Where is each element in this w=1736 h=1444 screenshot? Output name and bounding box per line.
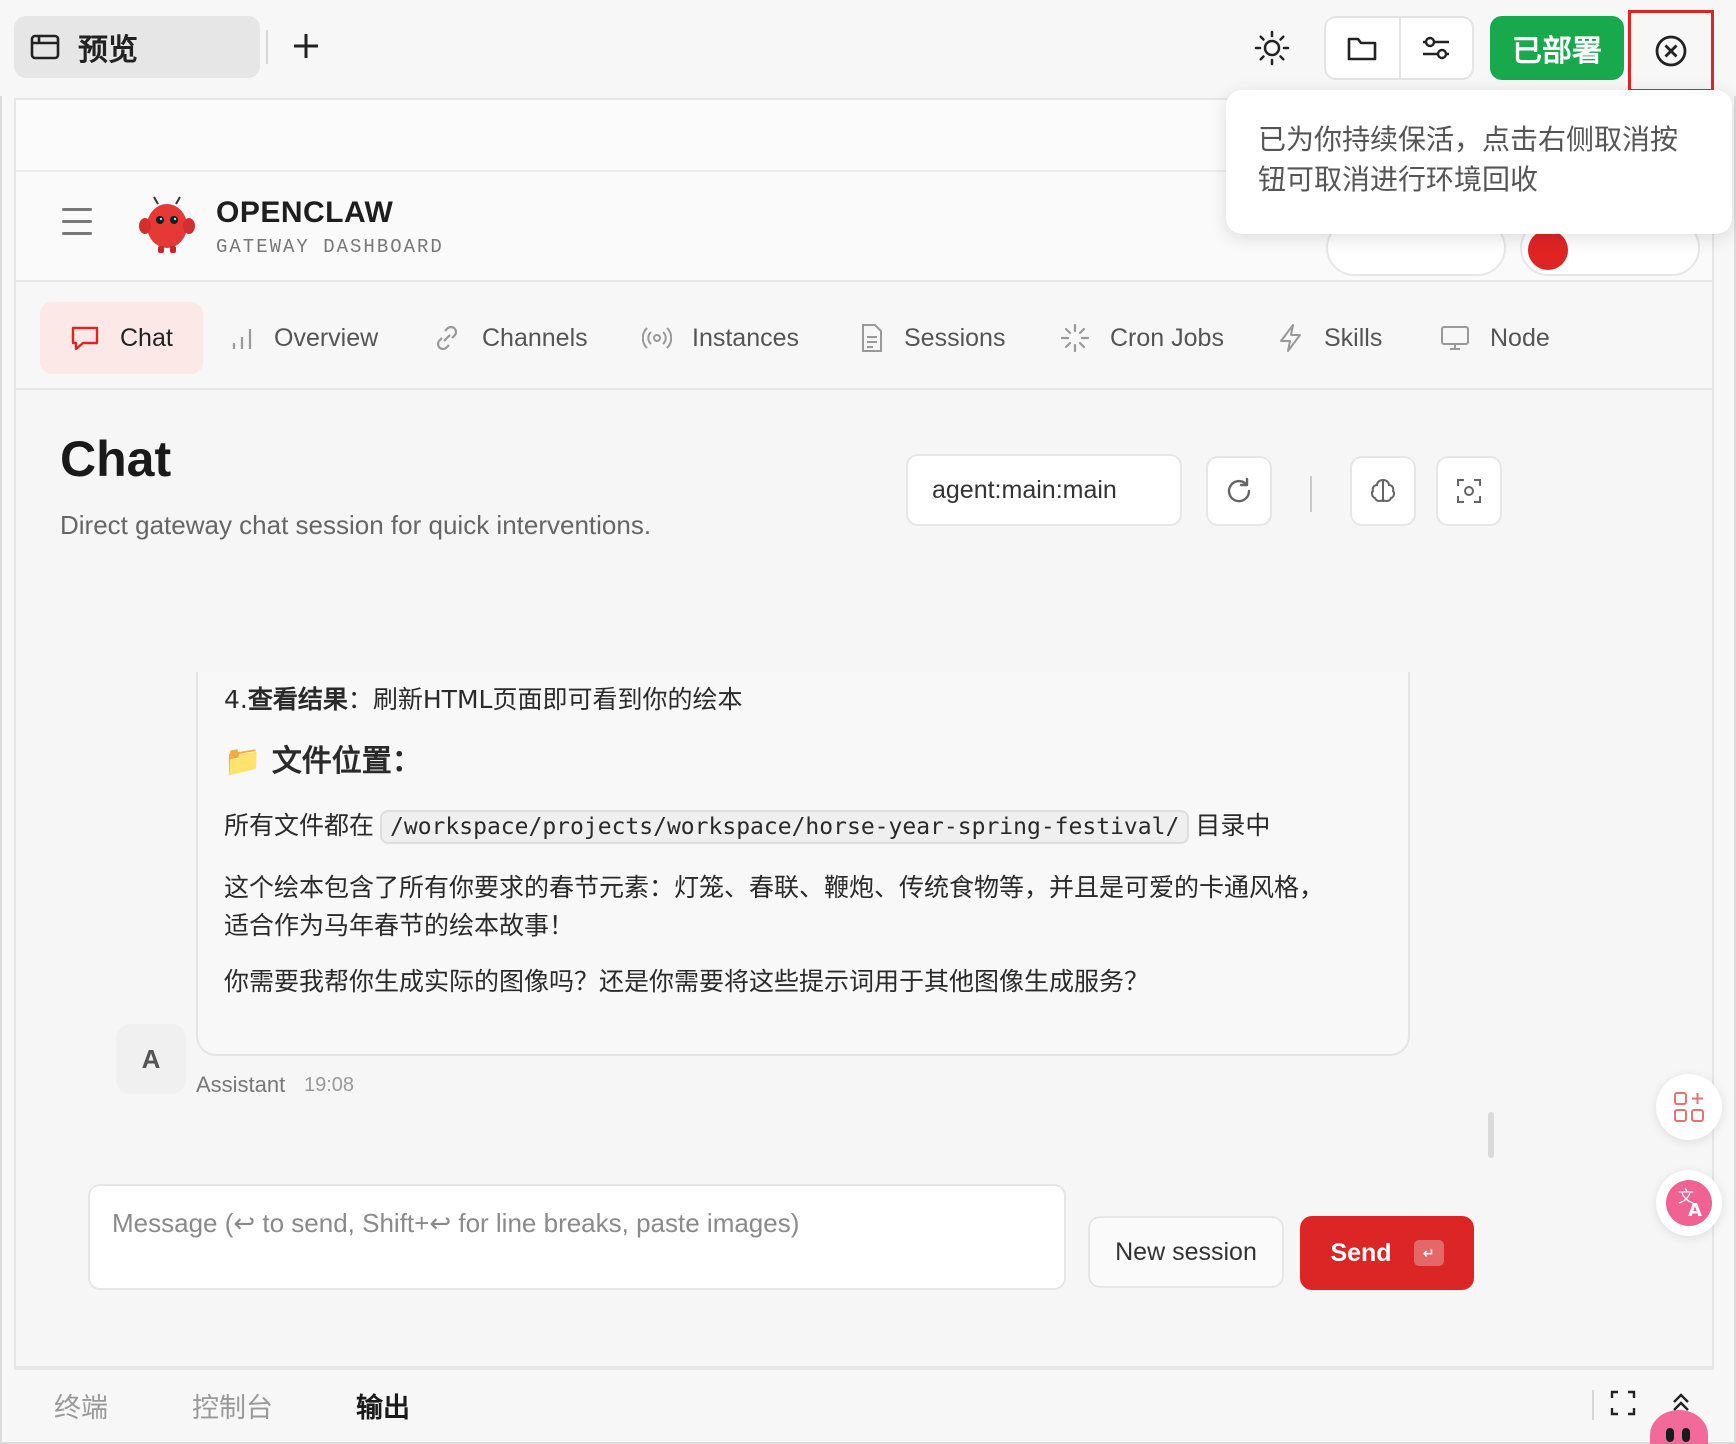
send-button[interactable]: Send ↵ <box>1300 1216 1474 1290</box>
apps-add-icon <box>1674 1092 1704 1122</box>
focus-mode-button[interactable] <box>1436 456 1502 526</box>
page-subtitle: Direct gateway chat session for quick in… <box>60 510 652 540</box>
close-circle-icon <box>1655 35 1687 67</box>
preview-tab[interactable]: 预览 <box>14 16 260 78</box>
message-step: 4.查看结果：刷新HTML页面即可看到你的绘本 <box>224 680 742 716</box>
session-key-field[interactable]: agent:main:main <box>906 454 1182 526</box>
tab-instances-label: Instances <box>692 323 800 352</box>
theme-toggle-button[interactable] <box>1252 28 1292 68</box>
deployed-button[interactable]: 已部署 <box>1490 16 1624 80</box>
files-prefix: 所有文件都在 <box>224 811 375 840</box>
step-number: 4. <box>224 685 248 714</box>
tab-node-label: Node <box>1490 323 1550 352</box>
bottom-tab-terminal[interactable]: 终端 <box>54 1386 108 1425</box>
refresh-button[interactable] <box>1206 456 1272 526</box>
toolbar-button-group <box>1324 16 1474 80</box>
tab-overview-label: Overview <box>274 323 379 352</box>
file-path-code[interactable]: /workspace/projects/workspace/horse-year… <box>380 810 1190 844</box>
bottom-tab-output[interactable]: 输出 <box>356 1386 410 1425</box>
tab-channels-label: Channels <box>482 323 588 352</box>
tab-divider <box>266 30 268 64</box>
tab-chat-label: Chat <box>120 323 173 352</box>
tab-skills-label: Skills <box>1324 323 1383 352</box>
tab-skills[interactable]: Skills <box>1278 302 1382 374</box>
brand-title: OPENCLAW <box>216 196 394 229</box>
tab-overview[interactable]: Overview <box>230 302 378 374</box>
message-timestamp: 19:08 <box>304 1074 355 1096</box>
nav-tabs: Chat Overview Channels Instances Session… <box>16 284 1712 390</box>
status-dot <box>1528 230 1568 270</box>
translate-icon: 文A <box>1666 1180 1712 1226</box>
file-location-line: 所有文件都在/workspace/projects/workspace/hors… <box>224 806 1270 844</box>
document-icon <box>862 324 882 352</box>
sun-icon <box>1254 30 1290 66</box>
openclaw-logo-icon <box>139 196 195 253</box>
folder-button[interactable] <box>1326 18 1399 78</box>
settings-sliders-button[interactable] <box>1398 18 1472 78</box>
menu-button[interactable] <box>62 208 96 238</box>
tab-instances[interactable]: Instances <box>642 302 799 374</box>
apps-float-button[interactable] <box>1656 1074 1722 1140</box>
bar-chart-icon <box>232 329 252 349</box>
new-session-button[interactable]: New session <box>1088 1216 1284 1288</box>
svg-text:A: A <box>1688 1200 1702 1221</box>
refresh-icon <box>1227 477 1251 503</box>
sliders-icon <box>1423 36 1450 60</box>
chat-bubble-icon <box>71 326 99 351</box>
monitor-icon <box>1441 326 1469 350</box>
message-sender: Assistant <box>196 1072 286 1097</box>
message-input[interactable]: Message (↩ to send, Shift+↩ for line bre… <box>88 1184 1066 1290</box>
toolbar-divider <box>1310 476 1312 512</box>
bottom-panel: 终端 控制台 输出 <box>14 1368 1714 1438</box>
message-paragraph-1-line-1: 这个绘本包含了所有你要求的春节元素：灯笼、春联、鞭炮、传统食物等，并且是可爱的卡… <box>224 873 1325 902</box>
loader-icon <box>1060 323 1090 353</box>
bottom-divider <box>1592 1390 1594 1420</box>
folder-icon <box>1348 37 1377 61</box>
files-suffix: 目录中 <box>1195 811 1271 840</box>
broadcast-icon <box>642 327 672 349</box>
message-paragraph-2: 你需要我帮你生成实际的图像吗？还是你需要将这些提示词用于其他图像生成服务？ <box>224 967 1150 996</box>
lightning-icon <box>1280 324 1301 352</box>
step-title: 查看结果 <box>247 685 348 714</box>
message-paragraph-1-line-2: 适合作为马年春节的绘本故事！ <box>224 911 575 940</box>
cancel-keepalive-button[interactable] <box>1628 10 1714 92</box>
app-container: OPENCLAW GATEWAY DASHBOARD Chat Overview… <box>14 98 1714 1368</box>
new-tab-button[interactable] <box>286 26 326 66</box>
keepalive-tooltip: 已为你持续保活，点击右侧取消按钮可取消进行环境回收 <box>1226 90 1732 234</box>
fullscreen-icon[interactable] <box>1610 1390 1636 1416</box>
translate-float-button[interactable]: 文A <box>1656 1170 1722 1236</box>
step-text: ：刷新HTML页面即可看到你的绘本 <box>347 685 743 714</box>
avatar: A <box>116 1024 186 1094</box>
page-title: Chat <box>60 431 172 487</box>
thinking-toggle-button[interactable] <box>1350 456 1416 526</box>
folder-emoji-icon: 📁 <box>224 744 262 779</box>
tab-cron-jobs[interactable]: Cron Jobs <box>1060 302 1224 374</box>
link-icon <box>436 325 458 351</box>
enter-key-icon: ↵ <box>1413 1240 1444 1266</box>
focus-icon <box>1457 479 1481 503</box>
tab-chat[interactable]: Chat <box>40 302 203 374</box>
send-button-label: Send <box>1330 1238 1392 1267</box>
file-heading-text: 文件位置： <box>271 744 422 779</box>
tab-sessions[interactable]: Sessions <box>860 302 1005 374</box>
preview-tab-label: 预览 <box>78 33 138 68</box>
browser-window-icon <box>30 34 60 60</box>
file-location-heading: 📁 文件位置： <box>224 736 422 780</box>
tab-sessions-label: Sessions <box>904 323 1006 352</box>
tab-cron-jobs-label: Cron Jobs <box>1110 323 1224 352</box>
brain-icon <box>1370 478 1396 503</box>
bottom-tab-console[interactable]: 控制台 <box>192 1386 273 1425</box>
plus-icon <box>294 34 318 58</box>
tab-node[interactable]: Node <box>1440 302 1550 374</box>
top-bar: 预览 已部署 <box>0 0 1736 96</box>
chat-scrollbar[interactable] <box>1488 1112 1494 1158</box>
tab-channels[interactable]: Channels <box>432 302 588 374</box>
brand-subtitle: GATEWAY DASHBOARD <box>216 236 444 258</box>
assistant-message: 4.查看结果：刷新HTML页面即可看到你的绘本 📁 文件位置： 所有文件都在/w… <box>196 672 1410 1056</box>
